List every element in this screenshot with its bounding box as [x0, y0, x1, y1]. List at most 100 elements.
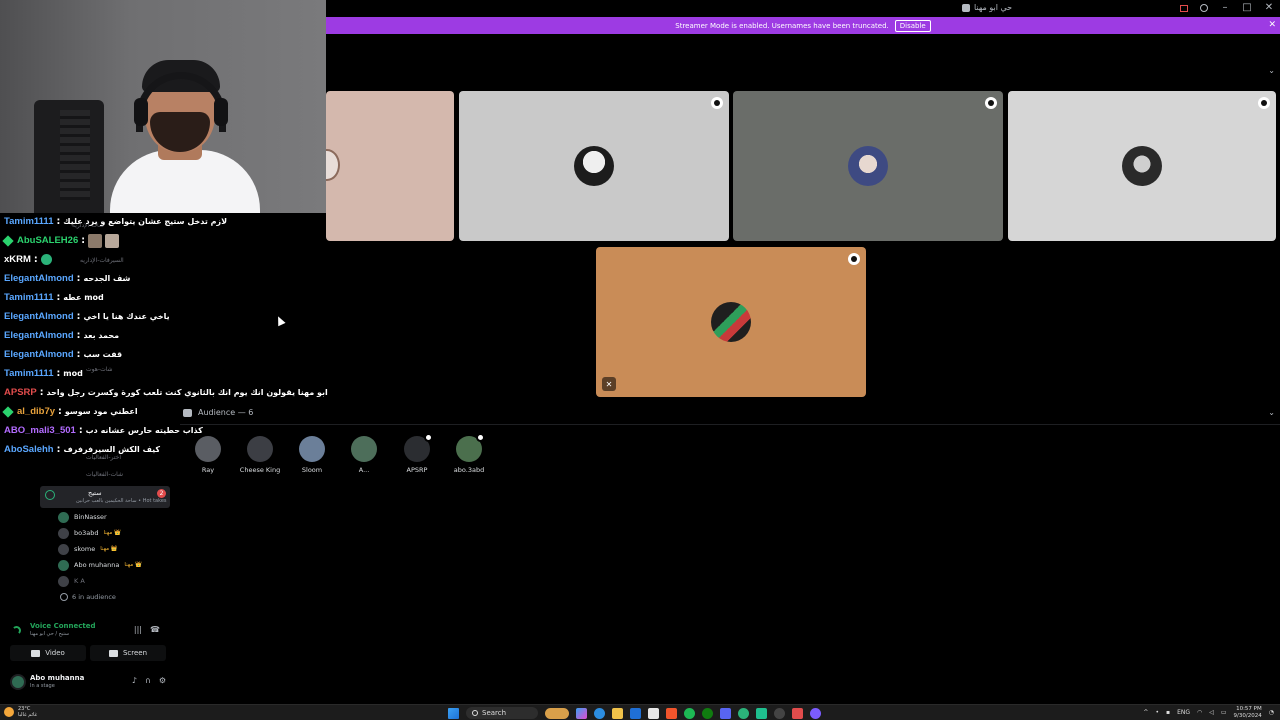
chat-message: al_dib7y: اعطني مود سوسو	[2, 402, 314, 421]
avatar	[58, 511, 69, 523]
emote	[105, 233, 120, 248]
avatar	[58, 559, 69, 571]
spotify-icon[interactable]	[684, 707, 695, 719]
voice-status: Voice Connected	[30, 622, 96, 630]
audience-member[interactable]: APSRP	[391, 433, 443, 474]
avatar	[58, 543, 69, 555]
avatar	[1122, 146, 1162, 186]
copilot-icon[interactable]	[576, 707, 587, 719]
wifi-icon[interactable]: ◠	[1197, 709, 1202, 716]
chat-message: APSRP: ابو مهنا يقولون انك يوم انك بالثا…	[4, 387, 328, 398]
window-controls: – □ ✕	[1180, 2, 1274, 13]
avatar	[58, 575, 69, 587]
chat-message: Tamim1111: عطه mod	[4, 292, 104, 303]
xbox-icon[interactable]	[702, 707, 713, 719]
widgets-icon[interactable]	[545, 707, 569, 719]
app-icon[interactable]	[792, 707, 803, 719]
file-explorer-icon[interactable]	[612, 707, 623, 719]
stage-tile[interactable]: ✕	[596, 247, 866, 397]
weather-widget[interactable]: 23°C غائم غالبا	[4, 706, 37, 718]
voice-member[interactable]: skome مهنا 👑	[58, 542, 118, 556]
chat-message: ABO_mali3_501: كذاب حطيته حارس عشانه دب	[4, 425, 203, 436]
avatar	[574, 146, 614, 186]
taskbar-search[interactable]: Search	[466, 707, 538, 719]
stage-tile[interactable]	[459, 91, 729, 241]
discord-taskbar-icon[interactable]	[720, 707, 731, 719]
stream-chat-overlay: Tamim1111: لازم تدخل ستيج عشان يتواضع و …	[2, 212, 328, 459]
mail-icon[interactable]	[630, 707, 641, 719]
avatar	[456, 433, 485, 462]
stage-speaker-badge	[711, 97, 723, 109]
mic-icon[interactable]: ♪	[132, 676, 137, 685]
app-icon[interactable]	[756, 707, 767, 719]
start-icon[interactable]	[448, 707, 459, 719]
app-icon[interactable]	[774, 707, 785, 719]
chevron-down-icon[interactable]: ⌄	[1268, 408, 1275, 417]
mention-badge: 2	[157, 489, 166, 498]
stage-speaker-badge	[848, 253, 860, 265]
noise-suppression-icon[interactable]: |||	[134, 625, 142, 634]
stage-tile-partial[interactable]	[326, 91, 454, 241]
clock[interactable]: 10:57 PM 9/30/2024	[1234, 706, 1262, 719]
emote	[40, 254, 52, 265]
sidebar-channel[interactable]: شات-الفعاليات	[86, 471, 123, 478]
chevron-up-icon[interactable]: ^	[1143, 709, 1148, 716]
brave-icon[interactable]	[666, 707, 677, 719]
stage-icon	[45, 490, 55, 500]
discord-icon	[962, 3, 970, 12]
weather-icon	[4, 707, 14, 717]
title-bar: حي ابو مهنا – □ ✕	[326, 0, 1280, 17]
avatar[interactable]	[10, 674, 26, 690]
avatar	[326, 149, 340, 181]
chat-message: AbuSALEH26:	[2, 231, 314, 250]
disable-button[interactable]: Disable	[894, 19, 931, 32]
stage-speaker-badge	[985, 97, 997, 109]
close-window-button[interactable]: ✕	[1264, 2, 1274, 13]
stage-speaker-badge	[1258, 97, 1270, 109]
app-icon[interactable]	[738, 707, 749, 719]
notification-bell-icon[interactable]: ◔	[1269, 709, 1274, 716]
divider	[180, 424, 1280, 425]
audience-count[interactable]: 6 in audience	[60, 593, 116, 601]
chevron-down-icon[interactable]: ⌄	[1268, 66, 1275, 75]
audience-member[interactable]: abo.3abd	[443, 433, 495, 474]
battery-icon[interactable]: ▭	[1221, 709, 1227, 716]
stage-tile[interactable]	[1008, 91, 1276, 241]
streamer-mode-banner: Streamer Mode is enabled. Usernames have…	[326, 17, 1280, 34]
camera-icon	[31, 649, 41, 657]
chat-message: ElegantAlmond: ياخي عندك هنا يا اخي	[4, 311, 170, 322]
calendar-icon[interactable]	[648, 707, 659, 719]
minimize-button[interactable]: –	[1220, 2, 1230, 13]
app-icon[interactable]	[810, 707, 821, 719]
app-tray-icon[interactable]: ▪	[1166, 709, 1170, 716]
avatar	[58, 527, 69, 539]
language-indicator[interactable]: ENG	[1177, 709, 1190, 716]
voice-member[interactable]: Abo muhanna مهنا 👑	[58, 558, 142, 572]
help-icon[interactable]	[1200, 4, 1208, 12]
voice-member[interactable]: K A	[58, 574, 85, 588]
screen-share-button[interactable]: Screen	[90, 645, 166, 661]
edge-icon[interactable]	[594, 707, 605, 719]
chat-message: ElegantAlmond: قفت سب	[4, 349, 123, 360]
disconnect-icon[interactable]: ☎	[150, 625, 160, 634]
search-icon	[472, 710, 478, 716]
maximize-button[interactable]: □	[1242, 2, 1252, 13]
voice-member[interactable]: BinNasser	[58, 510, 107, 524]
status-badge	[424, 433, 433, 442]
video-button[interactable]: Video	[10, 645, 86, 661]
volume-icon[interactable]: ◁	[1209, 709, 1214, 716]
muted-mic-icon: ✕	[602, 377, 616, 391]
voice-channel-stage[interactable]: ستيج ساحة الحكيمين بالعب حرانين • Hot ta…	[40, 486, 170, 508]
voice-channel-label[interactable]: ستيج / حي ابو مهنا	[30, 631, 69, 637]
emote	[88, 233, 103, 248]
inbox-icon[interactable]	[1180, 5, 1188, 12]
mic-tray-icon[interactable]: •	[1155, 709, 1159, 716]
close-icon[interactable]: ✕	[1268, 20, 1276, 30]
audience-member[interactable]: A...	[338, 436, 390, 474]
headphones-icon[interactable]: ∩	[145, 676, 151, 685]
stage-tile[interactable]	[733, 91, 1003, 241]
signal-icon[interactable]	[12, 626, 21, 635]
voice-member[interactable]: bo3abd مهنا 👑	[58, 526, 121, 540]
streamer-mode-text: Streamer Mode is enabled. Usernames have…	[675, 21, 889, 30]
gear-icon[interactable]: ⚙	[159, 676, 166, 685]
